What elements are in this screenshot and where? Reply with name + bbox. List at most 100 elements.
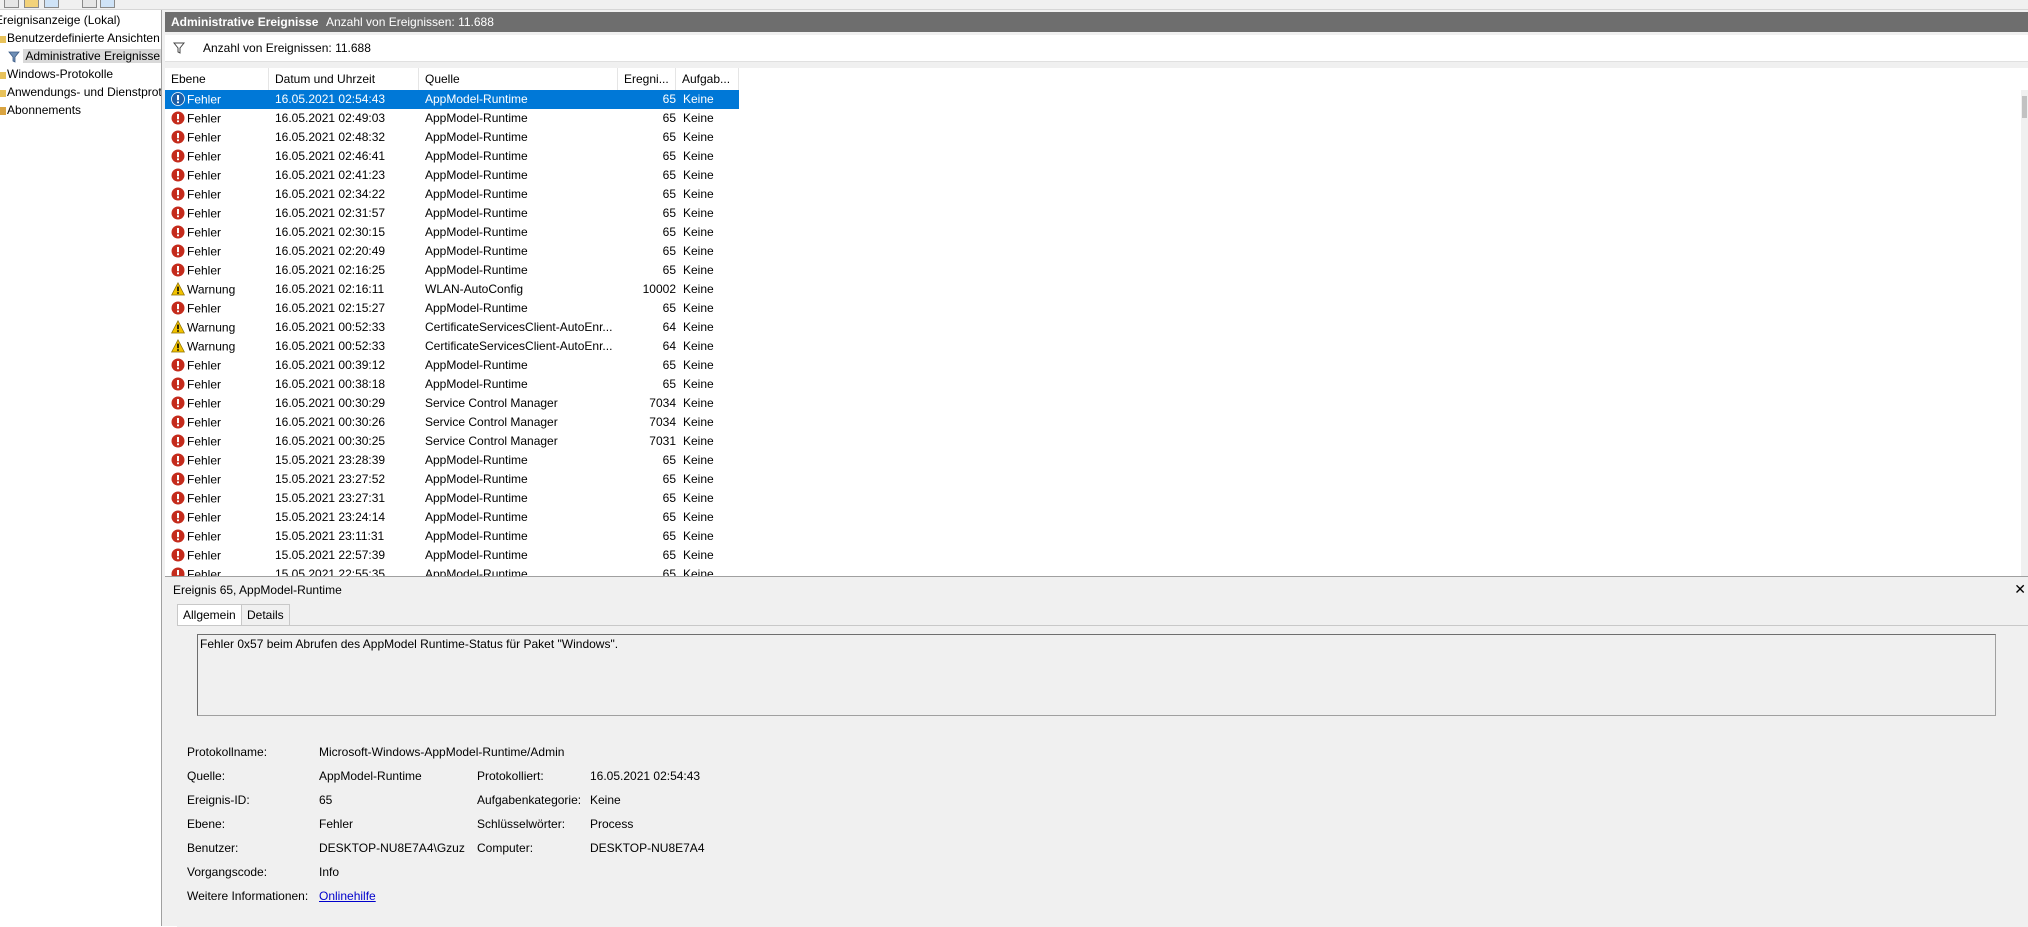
table-row[interactable]: Fehler 15.05.2021 23:27:31 AppModel-Runtim…: [165, 489, 739, 508]
column-header-event-id[interactable]: Eregni...: [618, 68, 676, 90]
error-icon: [171, 415, 185, 429]
table-row[interactable]: Fehler 15.05.2021 22:55:35 AppModel-Runtim…: [165, 565, 739, 577]
tree-item-app-service-logs[interactable]: Anwendungs- und Dienstprotokolle: [0, 83, 161, 101]
event-message-box[interactable]: Fehler 0x57 beim Abrufen des AppModel Ru…: [197, 634, 1996, 716]
folder-icon: [0, 71, 6, 79]
view-icon[interactable]: [100, 0, 115, 8]
table-row[interactable]: Fehler 16.05.2021 00:38:18 AppModel-Runtim…: [165, 375, 739, 394]
cell-event-id: 65: [662, 472, 676, 486]
cell-level: Fehler: [171, 432, 266, 451]
detail-body: Fehler 0x57 beim Abrufen des AppModel Ru…: [177, 625, 2028, 927]
cell-level: Fehler: [171, 242, 266, 261]
table-row[interactable]: Fehler 15.05.2021 23:11:31 AppModel-Runtim…: [165, 527, 739, 546]
value-logged: 16.05.2021 02:54:43: [590, 769, 701, 783]
table-row[interactable]: Fehler 16.05.2021 00:30:25 Service Control…: [165, 432, 739, 451]
cell-date: 16.05.2021 00:30:26: [275, 415, 386, 429]
error-icon: [171, 206, 185, 220]
table-row[interactable]: Fehler 15.05.2021 23:28:39 AppModel-Runtim…: [165, 451, 739, 470]
cell-level: Fehler: [171, 356, 266, 375]
tree-item-subscriptions[interactable]: Abonnements: [0, 101, 81, 119]
cell-date: 16.05.2021 00:30:29: [275, 396, 386, 410]
cell-date: 15.05.2021 23:24:14: [275, 510, 386, 524]
error-icon: [171, 244, 185, 258]
tree-item-administrative-events[interactable]: Administrative Ereignisse: [8, 47, 161, 65]
table-row[interactable]: Fehler 16.05.2021 00:39:12 AppModel-Runtim…: [165, 356, 739, 375]
level-text: Fehler: [187, 453, 222, 468]
tab-details[interactable]: Details: [241, 604, 290, 626]
table-row[interactable]: Fehler 16.05.2021 02:16:25 AppModel-Runtim…: [165, 261, 739, 280]
error-icon: [171, 548, 185, 562]
table-row[interactable]: Fehler 15.05.2021 23:27:52 AppModel-Runtim…: [165, 470, 739, 489]
cell-source: CertificateServicesClient-AutoEnr...: [425, 320, 613, 334]
table-row[interactable]: Fehler 15.05.2021 23:24:14 AppModel-Runtim…: [165, 508, 739, 527]
tree-item-label: Abonnements: [7, 103, 82, 117]
cell-date: 16.05.2021 02:49:03: [275, 111, 386, 125]
online-help-link[interactable]: Onlinehilfe: [319, 888, 376, 904]
level-text: Fehler: [187, 567, 222, 577]
cell-event-id: 65: [662, 529, 676, 543]
cell-source: AppModel-Runtime: [425, 377, 528, 391]
table-row[interactable]: Fehler 16.05.2021 02:48:32 AppModel-Runtim…: [165, 128, 739, 147]
cell-level: Fehler: [171, 394, 266, 413]
filter-count-text: Anzahl von Ereignissen: 11.688: [203, 41, 371, 55]
event-list[interactable]: Ebene Datum und Uhrzeit Quelle Eregni...…: [165, 68, 2028, 577]
column-header-task-category[interactable]: Aufgab...: [676, 68, 739, 90]
table-row[interactable]: Fehler 15.05.2021 22:57:39 AppModel-Runtim…: [165, 546, 739, 565]
cell-event-id: 65: [662, 111, 676, 125]
error-icon: [171, 510, 185, 524]
table-row[interactable]: Fehler 16.05.2021 02:41:23 AppModel-Runtim…: [165, 166, 739, 185]
table-row[interactable]: Warnung 16.05.2021 00:52:33 CertificateSer…: [165, 318, 739, 337]
column-header-level[interactable]: Ebene: [165, 68, 269, 90]
error-icon: [171, 358, 185, 372]
table-row[interactable]: Fehler 16.05.2021 02:49:03 AppModel-Runtim…: [165, 109, 739, 128]
folder-icon[interactable]: [24, 0, 39, 8]
level-text: Fehler: [187, 225, 222, 240]
table-row[interactable]: Warnung 16.05.2021 00:52:33 CertificateSer…: [165, 337, 739, 356]
cell-level: Fehler: [171, 147, 266, 166]
properties-icon[interactable]: [44, 0, 59, 8]
list-scrollbar[interactable]: [2021, 90, 2028, 576]
cell-date: 16.05.2021 00:39:12: [275, 358, 386, 372]
close-icon[interactable]: ✕: [2014, 581, 2026, 598]
cell-date: 16.05.2021 00:38:18: [275, 377, 386, 391]
cell-source: Service Control Manager: [425, 415, 558, 429]
tree-item-root[interactable]: Ereignisanzeige (Lokal): [0, 11, 120, 29]
table-row[interactable]: Fehler 16.05.2021 02:46:41 AppModel-Runtim…: [165, 147, 739, 166]
cell-source: AppModel-Runtime: [425, 567, 528, 577]
cell-source: AppModel-Runtime: [425, 111, 528, 125]
cell-level: Warnung: [171, 318, 266, 337]
value-task-category: Keine: [590, 793, 621, 807]
table-row[interactable]: Fehler 16.05.2021 00:30:29 Service Control…: [165, 394, 739, 413]
cell-date: 16.05.2021 02:31:57: [275, 206, 386, 220]
column-header-source[interactable]: Quelle: [419, 68, 618, 90]
cell-event-id: 65: [662, 130, 676, 144]
tree-item-windows-logs[interactable]: Windows-Protokolle: [0, 65, 113, 83]
cell-date: 16.05.2021 02:41:23: [275, 168, 386, 182]
cell-task-category: Keine: [683, 548, 714, 562]
cell-date: 16.05.2021 02:54:43: [275, 92, 386, 106]
table-row[interactable]: Fehler 16.05.2021 02:34:22 AppModel-Runtim…: [165, 185, 739, 204]
cell-source: AppModel-Runtime: [425, 491, 528, 505]
scrollbar-thumb[interactable]: [2022, 96, 2027, 118]
cell-event-id: 65: [662, 225, 676, 239]
table-row[interactable]: Fehler 16.05.2021 00:30:26 Service Control…: [165, 413, 739, 432]
error-icon: [171, 529, 185, 543]
tree-item-custom-views[interactable]: Benutzerdefinierte Ansichten: [0, 29, 160, 47]
cell-event-id: 10002: [642, 282, 676, 296]
table-row[interactable]: Fehler 16.05.2021 02:31:57 AppModel-Runtim…: [165, 204, 739, 223]
cell-task-category: Keine: [683, 244, 714, 258]
table-row[interactable]: Fehler 16.05.2021 02:20:49 AppModel-Runtim…: [165, 242, 739, 261]
column-header-date[interactable]: Datum und Uhrzeit: [269, 68, 419, 90]
level-text: Warnung: [187, 339, 236, 354]
table-row[interactable]: Warnung 16.05.2021 02:16:11 WLAN-AutoConfi…: [165, 280, 739, 299]
error-icon: [171, 187, 185, 201]
error-icon: [171, 301, 185, 315]
level-text: Fehler: [187, 130, 222, 145]
toolbar: [0, 0, 2028, 10]
table-row[interactable]: Fehler 16.05.2021 02:54:43 AppModel-Runtim…: [165, 90, 739, 109]
level-text: Fehler: [187, 510, 222, 525]
table-row[interactable]: Fehler 16.05.2021 02:15:27 AppModel-Runtim…: [165, 299, 739, 318]
back-icon[interactable]: [4, 0, 19, 8]
help-icon[interactable]: [82, 0, 97, 8]
table-row[interactable]: Fehler 16.05.2021 02:30:15 AppModel-Runtim…: [165, 223, 739, 242]
